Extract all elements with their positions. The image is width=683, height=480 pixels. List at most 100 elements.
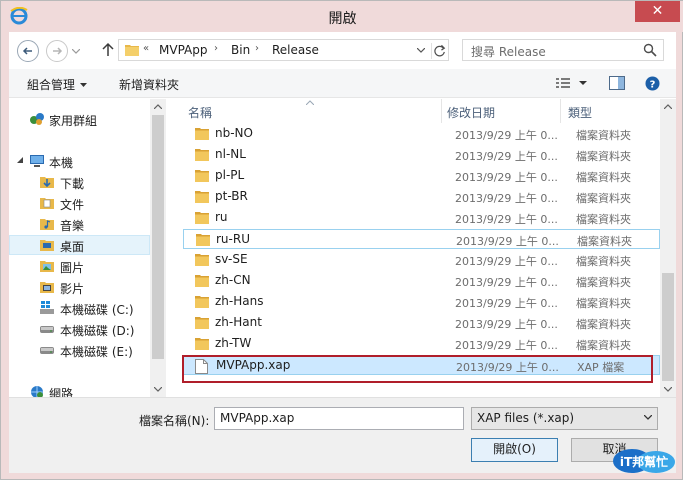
- search-icon[interactable]: [643, 43, 657, 57]
- scrollbar-thumb[interactable]: [662, 273, 674, 381]
- file-date: 2013/9/29 上午 0...: [455, 339, 558, 352]
- expand-arrow-icon[interactable]: [17, 157, 23, 163]
- watermark-text: iT邦幫忙: [620, 454, 668, 469]
- drive-icon: [40, 347, 54, 354]
- nav-item-homegroup[interactable]: 家用群組: [9, 109, 150, 129]
- scroll-down-icon[interactable]: [154, 387, 162, 392]
- system-drive-icon: [40, 301, 54, 314]
- nav-item-drive-e[interactable]: 本機磁碟 (E:): [9, 340, 150, 360]
- file-date: 2013/9/29 上午 0...: [455, 297, 558, 310]
- filename-value: MVPApp.xap: [220, 411, 295, 425]
- file-name: ru: [215, 210, 228, 224]
- help-icon[interactable]: ?: [645, 76, 660, 91]
- new-folder-button[interactable]: 新增資料夾: [119, 76, 179, 93]
- nav-item-drive-c[interactable]: 本機磁碟 (C:): [9, 298, 150, 318]
- annotation-highlight-box: [182, 355, 653, 383]
- column-header-name[interactable]: 名稱: [188, 104, 212, 121]
- file-date: 2013/9/29 上午 0...: [455, 192, 558, 205]
- filetype-select[interactable]: XAP files (*.xap): [471, 407, 658, 430]
- address-dropdown-icon[interactable]: [417, 48, 425, 54]
- file-type: 檔案資料夾: [576, 129, 631, 142]
- window-title: 開啟: [328, 11, 357, 27]
- nav-label: 本機: [49, 156, 74, 170]
- file-name: zh-Hant: [215, 315, 262, 329]
- up-arrow-icon[interactable]: [99, 41, 117, 59]
- breadcrumb-mvpapp[interactable]: MVPApp: [159, 43, 207, 57]
- close-button[interactable]: ✕: [635, 1, 680, 22]
- view-details-icon[interactable]: [555, 76, 571, 90]
- nav-item-pictures[interactable]: 圖片: [9, 256, 150, 276]
- search-placeholder: 搜尋 Release: [471, 45, 546, 59]
- file-date: 2013/9/29 上午 0...: [455, 255, 558, 268]
- file-type: 檔案資料夾: [576, 213, 631, 226]
- nav-item-documents[interactable]: 文件: [9, 193, 150, 213]
- folder-icon: [195, 170, 209, 182]
- nav-item-drive-d[interactable]: 本機磁碟 (D:): [9, 319, 150, 339]
- folder-row[interactable]: zh-Hans 2013/9/29 上午 0... 檔案資料夾: [183, 292, 660, 312]
- ithome-logo: iT邦幫忙: [613, 449, 675, 473]
- pictures-folder-icon: [40, 261, 54, 272]
- scroll-up-icon[interactable]: [664, 104, 672, 109]
- scroll-down-icon[interactable]: [664, 387, 672, 392]
- nav-label: 影片: [60, 282, 85, 296]
- file-name: ru-RU: [216, 232, 250, 246]
- column-divider[interactable]: [441, 99, 442, 123]
- recent-locations-chevron-icon[interactable]: [72, 49, 80, 55]
- breadcrumb-release[interactable]: Release: [272, 43, 319, 57]
- folder-row[interactable]: nl-NL 2013/9/29 上午 0... 檔案資料夾: [183, 145, 660, 165]
- scrollbar-thumb[interactable]: [152, 115, 164, 359]
- address-bar[interactable]: « MVPApp › Bin › Release: [118, 39, 449, 61]
- folder-icon: [195, 275, 209, 287]
- scroll-up-icon[interactable]: [154, 104, 162, 109]
- file-type: 檔案資料夾: [576, 276, 631, 289]
- folder-row[interactable]: zh-CN 2013/9/29 上午 0... 檔案資料夾: [183, 271, 660, 291]
- file-date: 2013/9/29 上午 0...: [455, 276, 558, 289]
- folder-row[interactable]: ru 2013/9/29 上午 0... 檔案資料夾: [183, 208, 660, 228]
- back-button[interactable]: [17, 40, 39, 62]
- file-date: 2013/9/29 上午 0...: [455, 129, 558, 142]
- refresh-icon[interactable]: [431, 43, 449, 59]
- nav-label: 圖片: [60, 261, 85, 275]
- preview-pane-icon[interactable]: [609, 76, 625, 90]
- organize-menu-button[interactable]: 組合管理: [27, 76, 88, 93]
- column-divider[interactable]: [560, 99, 561, 123]
- command-bar: 組合管理 新增資料夾 ?: [9, 69, 676, 98]
- folder-row[interactable]: nb-NO 2013/9/29 上午 0... 檔案資料夾: [183, 124, 660, 144]
- breadcrumb-separator[interactable]: ›: [255, 43, 259, 54]
- network-icon: [31, 386, 43, 397]
- nav-item-videos[interactable]: 影片: [9, 277, 150, 297]
- downloads-folder-icon: [40, 177, 54, 188]
- breadcrumb-overflow[interactable]: «: [143, 43, 149, 54]
- folder-row[interactable]: pl-PL 2013/9/29 上午 0... 檔案資料夾: [183, 166, 660, 186]
- folder-row[interactable]: pt-BR 2013/9/29 上午 0... 檔案資料夾: [183, 187, 660, 207]
- breadcrumb-bin[interactable]: Bin: [231, 43, 250, 57]
- open-button[interactable]: 開啟(O): [471, 438, 558, 462]
- file-name: nl-NL: [215, 147, 246, 161]
- file-list-scrollbar[interactable]: [660, 99, 676, 397]
- folder-row[interactable]: ru-RU 2013/9/29 上午 0... 檔案資料夾: [183, 229, 660, 249]
- search-box[interactable]: 搜尋 Release: [462, 39, 664, 61]
- nav-item-downloads[interactable]: 下載: [9, 172, 150, 192]
- folder-row[interactable]: zh-TW 2013/9/29 上午 0... 檔案資料夾: [183, 334, 660, 354]
- filename-input[interactable]: MVPApp.xap: [214, 407, 464, 430]
- nav-label: 本機磁碟 (E:): [60, 345, 133, 359]
- back-arrow-icon: [22, 47, 32, 55]
- file-type: 檔案資料夾: [576, 171, 631, 184]
- breadcrumb-separator[interactable]: ›: [214, 43, 218, 54]
- file-name: sv-SE: [215, 252, 248, 266]
- column-header-type[interactable]: 類型: [568, 104, 592, 121]
- nav-item-network[interactable]: 網路: [9, 382, 150, 397]
- view-options-chevron-icon[interactable]: [579, 81, 587, 86]
- folder-row[interactable]: sv-SE 2013/9/29 上午 0... 檔案資料夾: [183, 250, 660, 270]
- column-header-date[interactable]: 修改日期: [447, 104, 495, 121]
- chevron-down-icon: [644, 415, 652, 420]
- navigation-scrollbar[interactable]: [150, 99, 166, 397]
- nav-label: 音樂: [60, 219, 85, 233]
- forward-button[interactable]: [46, 40, 68, 62]
- nav-item-desktop[interactable]: 桌面: [9, 235, 150, 255]
- title-bar[interactable]: 開啟 ✕: [1, 1, 683, 32]
- nav-item-music[interactable]: 音樂: [9, 214, 150, 234]
- folder-row[interactable]: zh-Hant 2013/9/29 上午 0... 檔案資料夾: [183, 313, 660, 333]
- folder-icon: [195, 191, 209, 203]
- nav-item-this-pc[interactable]: 本機: [9, 151, 150, 171]
